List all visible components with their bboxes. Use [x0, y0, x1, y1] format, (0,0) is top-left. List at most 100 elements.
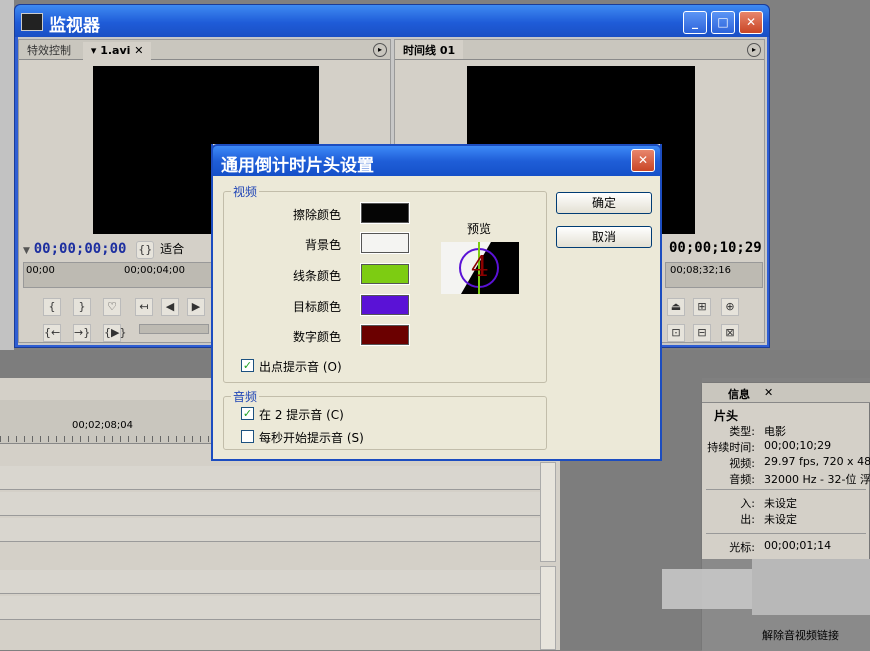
background-color-swatch[interactable]: [360, 232, 410, 254]
info-heading: 片头: [714, 409, 739, 423]
go-to-in-icon[interactable]: ↤: [135, 298, 153, 316]
dialog-title: 通用倒计时片头设置: [221, 156, 374, 176]
go-next-edit-icon[interactable]: →}: [73, 324, 91, 342]
info-panel: 信息 ✕ 片头 类型: 电影 持续时间: 00;00;10;29 视频: 29.97 …: [662, 382, 870, 651]
cue-at-2-label: 在 2 提示音 (C): [259, 408, 344, 422]
go-previous-edit-icon[interactable]: {←: [43, 324, 61, 342]
left-edge-panel: [0, 0, 14, 350]
target-color-label: 目标颜色: [292, 300, 341, 314]
set-marker-icon[interactable]: ♡: [103, 298, 121, 316]
preview-digit: 4: [471, 250, 489, 283]
info-label: 光标:: [729, 541, 755, 554]
info-label: 视频:: [729, 457, 755, 470]
wipe-color-swatch[interactable]: [360, 202, 410, 224]
program-ruler-label: 00;08;32;16: [670, 265, 732, 276]
source-tabbar: 特效控制 ▾ 1.avi ✕ ▸: [19, 40, 390, 61]
source-timecode[interactable]: 00;00;00;00: [34, 241, 127, 257]
playhead-marker-icon: ▼: [23, 246, 30, 256]
info-label: 出:: [740, 513, 755, 526]
mark-out-icon[interactable]: }: [73, 298, 91, 316]
info-value: 29.97 fps, 720 x 480: [764, 455, 870, 468]
dialog-close-button[interactable]: ✕: [631, 149, 655, 172]
unlink-av-label[interactable]: 解除音视频链接: [762, 627, 839, 643]
tab-source-clip[interactable]: ▾ 1.avi ✕: [82, 42, 152, 61]
blurred-region: [662, 569, 752, 609]
line-color-label: 线条颜色: [292, 269, 341, 283]
source-ruler[interactable]: 00;00 00;00;04;00: [23, 262, 213, 288]
cue-each-second-checkbox[interactable]: [241, 430, 254, 443]
settings-icon[interactable]: ⊠: [721, 324, 739, 342]
dialog-titlebar[interactable]: 通用倒计时片头设置 ✕: [211, 144, 662, 176]
info-value: 00;00;10;29: [764, 439, 832, 452]
video-track-3[interactable]: [0, 518, 540, 542]
info-value: 00;00;01;14: [764, 539, 832, 552]
video-track-2[interactable]: [0, 492, 540, 516]
blurred-region: [752, 559, 870, 615]
program-timecode[interactable]: 00;00;10;29: [669, 240, 762, 256]
countdown-preview: 4: [441, 242, 519, 294]
program-tabbar: 时间线 01 ▸: [395, 40, 764, 60]
jog-slider[interactable]: [139, 324, 209, 334]
program-timecode-value: 00;00;10;29: [669, 240, 762, 256]
minimize-button[interactable]: _: [683, 11, 707, 34]
info-tabbar: 信息 ✕: [702, 383, 870, 403]
panel-menu-icon[interactable]: ▸: [373, 43, 387, 57]
countdown-leader-dialog: 通用倒计时片头设置 ✕ 视频 擦除颜色 背景色 线条颜色 目标颜色 数字颜色 预…: [211, 144, 662, 461]
program-panel-menu-icon[interactable]: ▸: [747, 43, 761, 57]
fit-dropdown[interactable]: 适合: [160, 242, 184, 256]
ruler-start-label: 00;00: [26, 265, 55, 276]
info-divider: [706, 533, 866, 534]
export-frame-icon[interactable]: ⊕: [721, 298, 739, 316]
line-color-swatch[interactable]: [360, 263, 410, 285]
monitor-title: 监视器: [49, 16, 100, 36]
audio-group-title: 音频: [231, 388, 260, 405]
close-info-tab-icon[interactable]: ✕: [764, 386, 773, 399]
target-color-swatch[interactable]: [360, 294, 410, 316]
monitor-titlebar[interactable]: 监视器 _ □ ✕: [15, 5, 769, 37]
cue-out-label: 出点提示音 (O): [259, 360, 342, 374]
safe-margin-icon[interactable]: {}: [136, 241, 155, 259]
info-divider: [706, 489, 866, 490]
trim-icon[interactable]: ⊡: [667, 324, 685, 342]
background-color-label: 背景色: [304, 238, 341, 252]
video-track-1[interactable]: [0, 466, 540, 490]
cancel-button[interactable]: 取消: [556, 226, 652, 248]
program-ruler[interactable]: 00;08;32;16: [665, 262, 763, 288]
source-clip-label: 1.avi: [100, 44, 131, 57]
close-button[interactable]: ✕: [739, 11, 763, 34]
step-back-icon[interactable]: ◀: [161, 298, 179, 316]
info-value: 电影: [764, 425, 786, 438]
tab-effect-controls[interactable]: 特效控制: [19, 40, 79, 59]
audio-track-2[interactable]: [0, 596, 540, 620]
info-value: 32000 Hz - 32-位 浮: [764, 473, 870, 486]
play-icon[interactable]: ▶: [187, 298, 205, 316]
info-value: 未设定: [764, 497, 797, 510]
timeline-ruler-time: 00;02;08;04: [72, 420, 134, 431]
extract-icon[interactable]: ⊞: [693, 298, 711, 316]
info-label: 持续时间:: [707, 441, 755, 454]
maximize-button[interactable]: □: [711, 11, 735, 34]
timeline-scrollbar-lower[interactable]: [540, 566, 556, 650]
numeral-color-swatch[interactable]: [360, 324, 410, 346]
video-group-title: 视频: [231, 183, 260, 200]
ok-button[interactable]: 确定: [556, 192, 652, 214]
mark-in-icon[interactable]: {: [43, 298, 61, 316]
play-in-to-out-icon[interactable]: {▶}: [103, 324, 126, 342]
info-label: 音频:: [729, 473, 755, 486]
info-label: 类型:: [729, 425, 755, 438]
info-label: 入:: [740, 497, 755, 510]
tab-timeline-01[interactable]: 时间线 01: [395, 40, 464, 59]
audio-track-1[interactable]: [0, 570, 540, 594]
cue-out-checkbox[interactable]: ✓: [241, 359, 254, 372]
lift-icon[interactable]: ⏏: [667, 298, 685, 316]
timeline-scrollbar-upper[interactable]: [540, 462, 556, 562]
numeral-color-label: 数字颜色: [292, 330, 341, 344]
cue-each-second-label: 每秒开始提示音 (S): [259, 431, 364, 445]
info-value: 未设定: [764, 513, 797, 526]
wipe-color-label: 擦除颜色: [292, 208, 341, 222]
cue-at-2-checkbox[interactable]: ✓: [241, 407, 254, 420]
source-timecode-row: ▼ 00;00;00;00 {} 适合: [23, 240, 184, 259]
ruler-mid-label: 00;00;04;00: [124, 265, 186, 276]
tab-info[interactable]: 信息: [728, 386, 750, 402]
output-icon[interactable]: ⊟: [693, 324, 711, 342]
